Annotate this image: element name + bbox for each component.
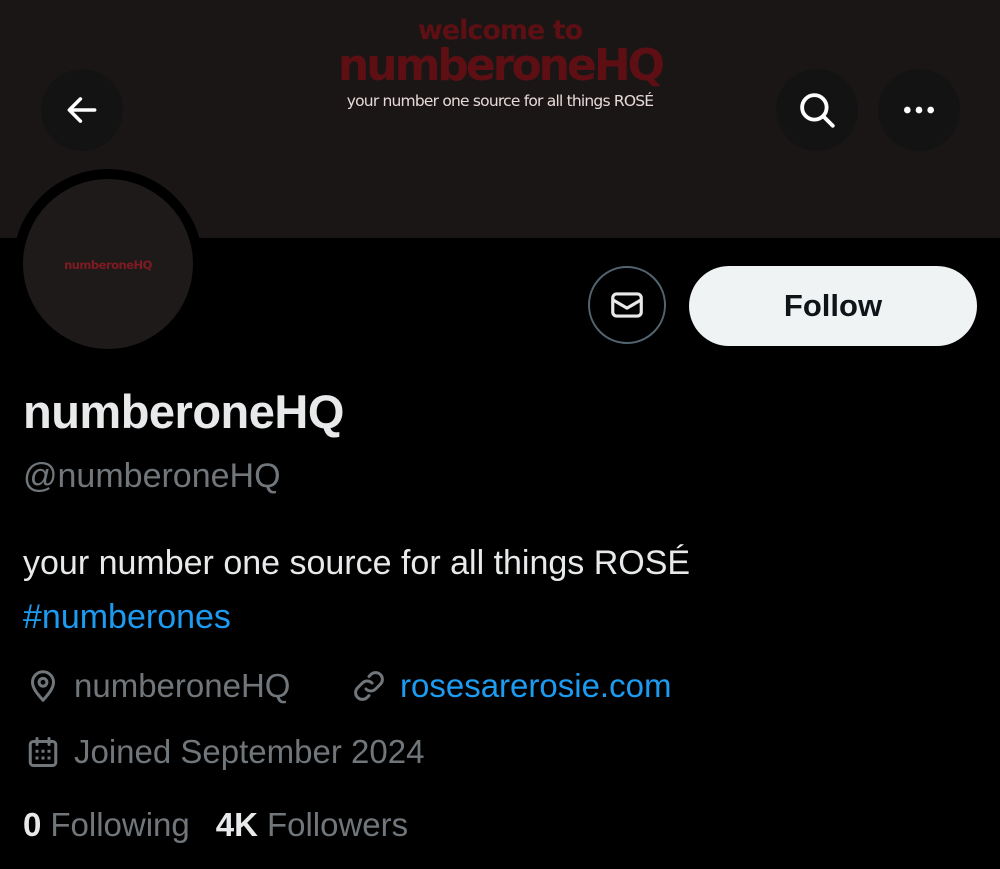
link-icon (350, 667, 388, 705)
display-name: numberoneHQ (23, 385, 344, 438)
more-options-button[interactable] (878, 69, 960, 151)
following-count: 0 (23, 806, 42, 843)
banner-name-text: numberoneHQ (337, 40, 665, 91)
website-item[interactable]: rosesarerosie.com (350, 666, 671, 706)
location-item: numberoneHQ (24, 666, 290, 706)
website-link[interactable]: rosesarerosie.com (400, 667, 671, 705)
message-button[interactable] (588, 266, 666, 344)
search-icon (800, 93, 835, 128)
banner-artwork: welcome to numberoneHQ your number one s… (250, 14, 750, 110)
followers-label: Followers (266, 806, 409, 843)
followers-stat-link[interactable]: 4K Followers (216, 806, 408, 844)
follow-stats: 0 Following 4K Followers (23, 806, 434, 844)
calendar-icon (24, 733, 62, 771)
followers-count: 4K (215, 806, 258, 843)
user-handle: @numberoneHQ (23, 457, 281, 495)
joined-item: Joined September 2024 (24, 732, 424, 772)
following-stat-link[interactable]: 0 Following (23, 806, 190, 844)
avatar[interactable]: numberoneHQ (23, 179, 193, 349)
banner-tagline: your number one source for all things RO… (346, 92, 654, 110)
follow-button[interactable]: Follow (689, 266, 977, 346)
bio-hashtag-link[interactable]: #numberones (23, 598, 231, 637)
search-button[interactable] (776, 69, 858, 151)
avatar-logo-text: numberoneHQ (64, 258, 152, 272)
back-button[interactable] (41, 69, 123, 151)
location-text: numberoneHQ (74, 667, 291, 704)
following-label: Following (50, 806, 190, 843)
joined-date-text: Joined September 2024 (74, 733, 425, 770)
arrow-left-icon (67, 97, 97, 123)
location-pin-icon (24, 667, 62, 705)
more-horizontal-icon (904, 106, 934, 114)
bio-text: your number one source for all things RO… (23, 544, 691, 582)
mail-icon (611, 292, 643, 318)
